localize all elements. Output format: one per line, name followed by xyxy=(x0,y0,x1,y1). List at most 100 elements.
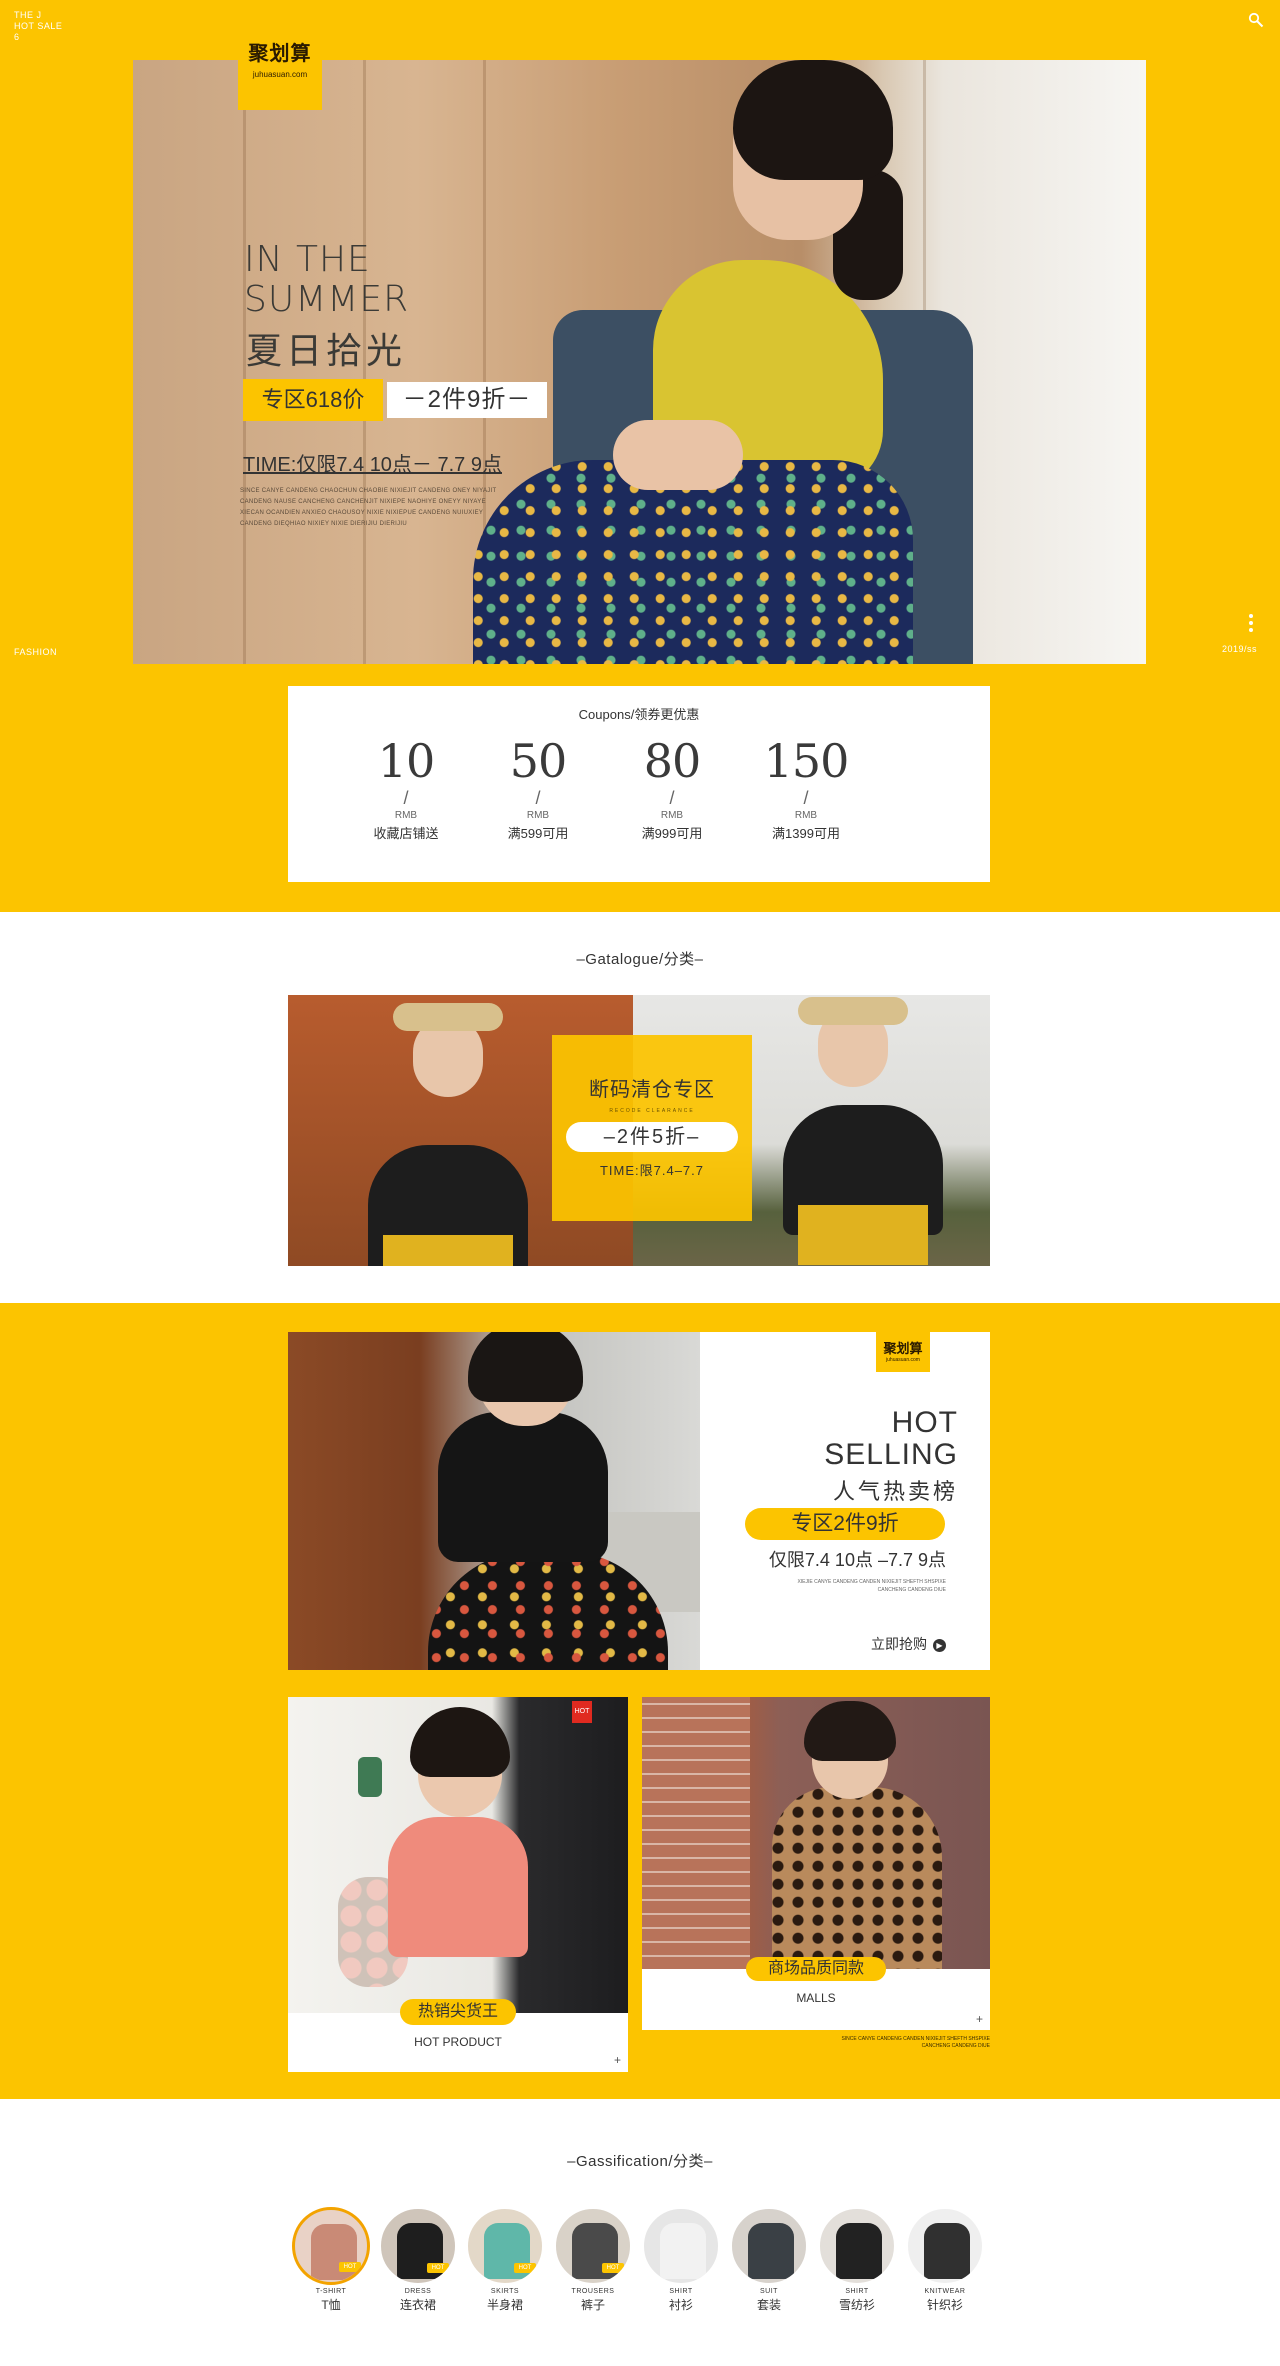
category-en-label: SHIRT xyxy=(669,2288,693,2295)
category-item[interactable]: SHIRT 衬衫 xyxy=(641,2207,721,2313)
clearance-promo-box: 断码清仓专区 RECODE CLEARANCE –2件5折– TIME:限7.4… xyxy=(552,1035,752,1221)
category-cn-label: T恤 xyxy=(321,2298,341,2312)
logo-text: 聚划算 xyxy=(248,43,312,65)
logo-url: juhuasuan.com xyxy=(886,1357,920,1363)
coupon-currency: RMB xyxy=(794,810,818,821)
garment-icon xyxy=(836,2223,882,2279)
clearance-subtitle: RECODE CLEARANCE xyxy=(609,1108,695,1114)
coupon-currency: RMB xyxy=(394,810,418,821)
garment-icon xyxy=(924,2223,970,2279)
category-item[interactable]: HOT DRESS 连衣裙 xyxy=(378,2207,458,2313)
category-cn-label: 连衣裙 xyxy=(399,2298,436,2312)
category-thumbnail: HOT xyxy=(554,2207,632,2285)
buy-now-link[interactable]: 立即抢购 ▶ xyxy=(828,1634,946,1654)
coupon-currency: RMB xyxy=(660,810,684,821)
category-thumbnail: HOT xyxy=(292,2207,370,2285)
brick-wall xyxy=(642,1697,750,1969)
coupon-value: 80 xyxy=(643,734,702,788)
corner-line: 6 xyxy=(14,32,20,42)
corner-line: THE J xyxy=(14,10,42,20)
category-item[interactable]: HOT TROUSERS 裤子 xyxy=(553,2207,633,2313)
coupon-divider-icon: / xyxy=(403,788,409,808)
category-thumbnail xyxy=(818,2207,896,2285)
category-thumbnail xyxy=(906,2207,984,2285)
hero-model-skirt xyxy=(473,460,913,664)
category-en-label: KNITWEAR xyxy=(924,2288,966,2295)
hero-model-arm xyxy=(613,420,743,490)
category-en-label: T-SHIRT xyxy=(315,2288,347,2295)
product-subtitle: MALLS xyxy=(796,1991,836,2005)
hot-selling-banner[interactable]: 聚划算 juhuasuan.com HOT SELLING 人气热卖榜 专区2件… xyxy=(288,1332,990,1670)
category-cn-label: 针织衫 xyxy=(926,2298,963,2312)
clearance-discount-pill: –2件5折– xyxy=(566,1122,738,1152)
product-subtitle: HOT PRODUCT xyxy=(414,2035,502,2049)
garment-icon xyxy=(748,2223,794,2279)
hero-title-line: SUMMER xyxy=(244,279,410,320)
coupon-card[interactable]: 50 / RMB 满599可用 xyxy=(478,734,598,842)
category-item[interactable]: SHIRT 雪纺衫 xyxy=(817,2207,897,2313)
model-dress xyxy=(772,1787,942,1969)
coupon-card[interactable]: 80 / RMB 满999可用 xyxy=(612,734,732,842)
category-en-label: SUIT xyxy=(760,2288,778,2295)
coupon-card[interactable]: 150 / RMB 满1399可用 xyxy=(746,734,866,842)
arrow-right-icon: ▶ xyxy=(933,1639,946,1652)
hero-fine-print: SINCE CANYE CANDENG CHAOCHUN CHAOBIE NIX… xyxy=(240,488,497,527)
product-label: 热销尖货王 xyxy=(400,1999,516,2025)
buy-now-label: 立即抢购 xyxy=(871,1636,927,1652)
coupon-title: Coupons/领券更优惠 xyxy=(578,707,700,722)
hot-badge: HOT xyxy=(602,2263,624,2273)
plus-icon[interactable]: + xyxy=(976,2012,983,2026)
model-shirt xyxy=(388,1817,528,1957)
coupon-desc: 满599可用 xyxy=(507,826,569,841)
hot-title-line: SELLING xyxy=(824,1438,958,1471)
hot-time-text: 仅限7.4 10点 –7.7 9点 xyxy=(768,1550,946,1570)
category-thumbnail xyxy=(642,2207,720,2285)
coupon-card[interactable]: 10 / RMB 收藏店铺送 xyxy=(346,734,466,842)
juhuasuan-logo[interactable]: 聚划算 juhuasuan.com xyxy=(238,25,322,110)
category-thumbnail xyxy=(730,2207,808,2285)
category-en-label: DRESS xyxy=(404,2288,432,2295)
category-cn-label: 套装 xyxy=(756,2298,781,2312)
coupon-divider-icon: / xyxy=(803,788,809,808)
plus-icon[interactable]: + xyxy=(614,2053,621,2067)
hot-product-card[interactable]: HOT 热销尖货王 HOT PRODUCT + xyxy=(288,1697,628,2072)
corner-label-top-left: THE J HOT SALE 6 xyxy=(14,10,62,43)
hero-price-badge: 专区618价 xyxy=(243,379,383,421)
category-item[interactable]: HOT T-SHIRT T恤 xyxy=(291,2207,371,2313)
hot-fine-print: XIEJIE CANYE CANDENG CANDEN NIXIEJIT SHE… xyxy=(797,1579,946,1593)
corner-line: HOT SALE xyxy=(14,21,63,31)
category-item[interactable]: HOT SKIRTS 半身裙 xyxy=(465,2207,545,2313)
garment-icon xyxy=(660,2223,706,2279)
model-hat xyxy=(393,1003,503,1031)
category-en-label: SHIRT xyxy=(845,2288,869,2295)
hot-discount-badge: 专区2件9折 xyxy=(745,1508,945,1540)
hot-badge: HOT xyxy=(427,2263,449,2273)
coupon-currency: RMB xyxy=(526,810,550,821)
coupon-desc: 满1399可用 xyxy=(772,826,840,841)
hot-tag: HOT xyxy=(572,1701,592,1723)
category-cn-label: 衬衫 xyxy=(668,2298,693,2312)
coupon-value: 150 xyxy=(763,734,850,788)
coupon-value: 10 xyxy=(377,734,436,788)
hero-title-line: IN THE xyxy=(244,239,371,280)
model-pants xyxy=(383,1235,513,1266)
category-en-label: TROUSERS xyxy=(571,2288,615,2295)
classification-heading: –Gassification/分类– xyxy=(567,2153,713,2170)
juhuasuan-logo[interactable]: 聚划算 juhuasuan.com xyxy=(876,1332,930,1372)
product-label: 商场品质同款 xyxy=(746,1957,886,1981)
coupon-value: 50 xyxy=(509,734,568,788)
model-pants xyxy=(798,1205,928,1265)
category-item[interactable]: SUIT 套装 xyxy=(729,2207,809,2313)
clearance-time: TIME:限7.4–7.7 xyxy=(599,1163,705,1178)
category-en-label: SKIRTS xyxy=(490,2288,520,2295)
hot-title-line: HOT xyxy=(891,1406,958,1439)
more-dots-icon[interactable] xyxy=(1249,614,1253,636)
clearance-banner[interactable]: 断码清仓专区 RECODE CLEARANCE –2件5折– TIME:限7.4… xyxy=(288,995,990,1266)
hero-title: IN THE SUMMER xyxy=(244,240,409,320)
malls-product-card[interactable]: 商场品质同款 MALLS + xyxy=(642,1697,990,2030)
category-item[interactable]: KNITWEAR 针织衫 xyxy=(905,2207,985,2313)
coupon-desc: 收藏店铺送 xyxy=(373,826,439,841)
hero-discount-tag: －2件9折－ xyxy=(387,382,547,418)
search-icon[interactable] xyxy=(1248,12,1264,28)
hot-badge: HOT xyxy=(339,2262,361,2272)
